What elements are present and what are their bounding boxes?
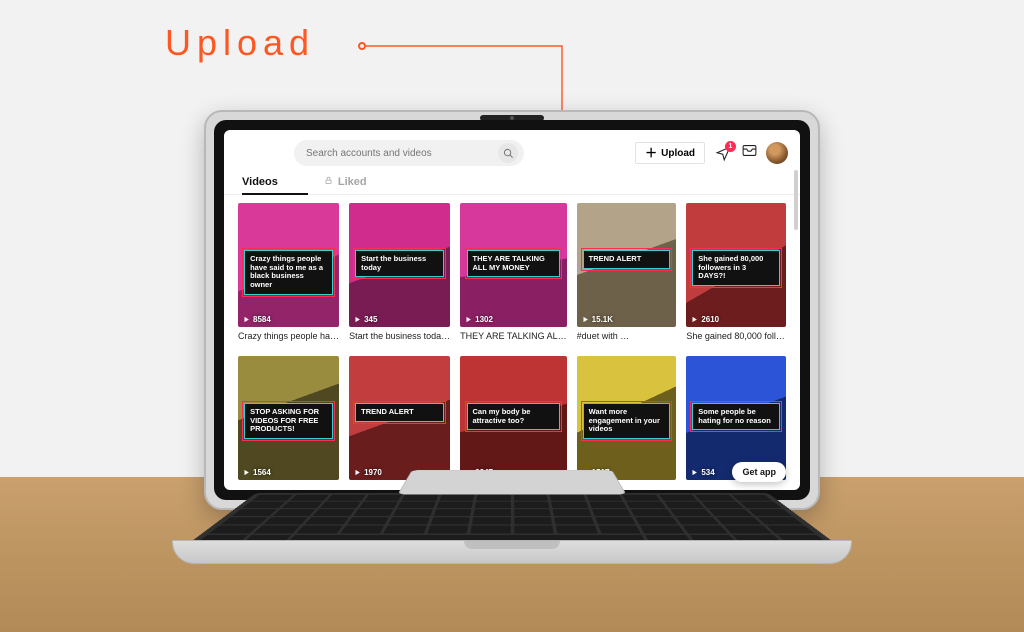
- laptop-base: [172, 540, 852, 564]
- video-thumbnail[interactable]: Crazy things people have said to me as a…: [238, 203, 339, 327]
- video-overlay-text: Some people be hating for no reason: [692, 403, 780, 430]
- get-app-button[interactable]: Get app: [732, 462, 786, 482]
- app-screen: ＋ Upload 1 Videos: [224, 130, 800, 490]
- tab-videos-label: Videos: [242, 176, 278, 188]
- video-card[interactable]: Start the business today345Start the bus…: [349, 203, 450, 348]
- video-caption: Crazy things people ha…: [238, 331, 339, 341]
- video-thumbnail[interactable]: THEY ARE TALKING ALL MY MONEY 1302: [460, 203, 567, 327]
- tab-liked[interactable]: Liked: [324, 176, 367, 194]
- video-views: 2610: [691, 315, 719, 324]
- video-views: 1564: [243, 468, 271, 477]
- video-card[interactable]: THEY ARE TALKING ALL MY MONEY1302THEY AR…: [460, 203, 567, 348]
- video-thumbnail[interactable]: STOP ASKING FOR VIDEOS FOR FREE PRODUCTS…: [238, 356, 339, 480]
- video-card[interactable]: Want more engagement in your videos1517: [577, 356, 677, 487]
- video-card[interactable]: She gained 80,000 followers in 3 DAYS?! 2…: [686, 203, 786, 348]
- video-card[interactable]: TREND ALERT 15.1K #duet with …: [577, 203, 677, 348]
- video-views: 8584: [243, 315, 271, 324]
- scrollbar-thumb[interactable]: [794, 170, 798, 230]
- messages-icon[interactable]: 1: [713, 143, 733, 163]
- video-overlay-text: Want more engagement in your videos: [583, 403, 671, 439]
- video-caption: THEY ARE TALKING AL…: [460, 331, 567, 341]
- video-thumbnail[interactable]: Start the business today 345: [349, 203, 450, 327]
- avatar[interactable]: [766, 142, 788, 164]
- video-overlay-text: TREND ALERT: [355, 403, 444, 422]
- inbox-icon[interactable]: [741, 142, 758, 164]
- video-thumbnail[interactable]: TREND ALERT 15.1K: [577, 203, 677, 327]
- annotation-anchor-dot: [358, 42, 366, 50]
- video-grid: Crazy things people have said to me as a…: [224, 195, 800, 490]
- trackpad: [397, 470, 626, 495]
- video-caption: #duet with …: [577, 331, 677, 341]
- video-overlay-text: THEY ARE TALKING ALL MY MONEY: [467, 250, 561, 277]
- top-bar: ＋ Upload 1: [224, 130, 800, 172]
- video-thumbnail[interactable]: Can my body be attractive too?2347: [460, 356, 567, 480]
- laptop-mockup: ＋ Upload 1 Videos: [172, 110, 852, 582]
- keyboard: [185, 493, 840, 547]
- video-caption: She gained 80,000 foll…: [686, 331, 786, 341]
- video-thumbnail[interactable]: Want more engagement in your videos1517: [577, 356, 677, 480]
- tab-videos[interactable]: Videos: [242, 176, 278, 194]
- video-views: 534: [691, 468, 714, 477]
- video-overlay-text: TREND ALERT: [583, 250, 671, 269]
- video-card[interactable]: STOP ASKING FOR VIDEOS FOR FREE PRODUCTS…: [238, 356, 339, 487]
- annotation-label: Upload: [165, 22, 315, 64]
- tab-indicator: [242, 193, 308, 195]
- video-overlay-text: STOP ASKING FOR VIDEOS FOR FREE PRODUCTS…: [244, 403, 333, 439]
- upload-button[interactable]: ＋ Upload: [635, 142, 705, 164]
- video-card[interactable]: Can my body be attractive too?2347: [460, 356, 567, 487]
- search-box[interactable]: [294, 140, 524, 166]
- tab-liked-label: Liked: [338, 176, 367, 188]
- video-overlay-text: She gained 80,000 followers in 3 DAYS?!: [692, 250, 780, 286]
- video-overlay-text: Start the business today: [355, 250, 444, 277]
- video-card[interactable]: TREND ALERT 1970: [349, 356, 450, 487]
- notification-badge: 1: [725, 141, 736, 152]
- video-views: 345: [354, 315, 377, 324]
- search-input[interactable]: [306, 148, 498, 159]
- video-overlay-text: Crazy things people have said to me as a…: [244, 250, 333, 295]
- video-views: 1970: [354, 468, 382, 477]
- plus-icon: ＋: [645, 147, 657, 159]
- video-thumbnail[interactable]: She gained 80,000 followers in 3 DAYS?! 2…: [686, 203, 786, 327]
- video-caption: Start the business toda…: [349, 331, 450, 341]
- video-views: 15.1K: [582, 315, 613, 324]
- video-overlay-text: Can my body be attractive too?: [467, 403, 561, 430]
- profile-tabs: Videos Liked: [224, 172, 800, 195]
- search-icon[interactable]: [498, 143, 518, 163]
- lock-icon: [324, 176, 333, 188]
- video-views: 1302: [465, 315, 493, 324]
- video-card[interactable]: Crazy things people have said to me as a…: [238, 203, 339, 348]
- video-thumbnail[interactable]: TREND ALERT 1970: [349, 356, 450, 480]
- upload-label: Upload: [661, 148, 695, 159]
